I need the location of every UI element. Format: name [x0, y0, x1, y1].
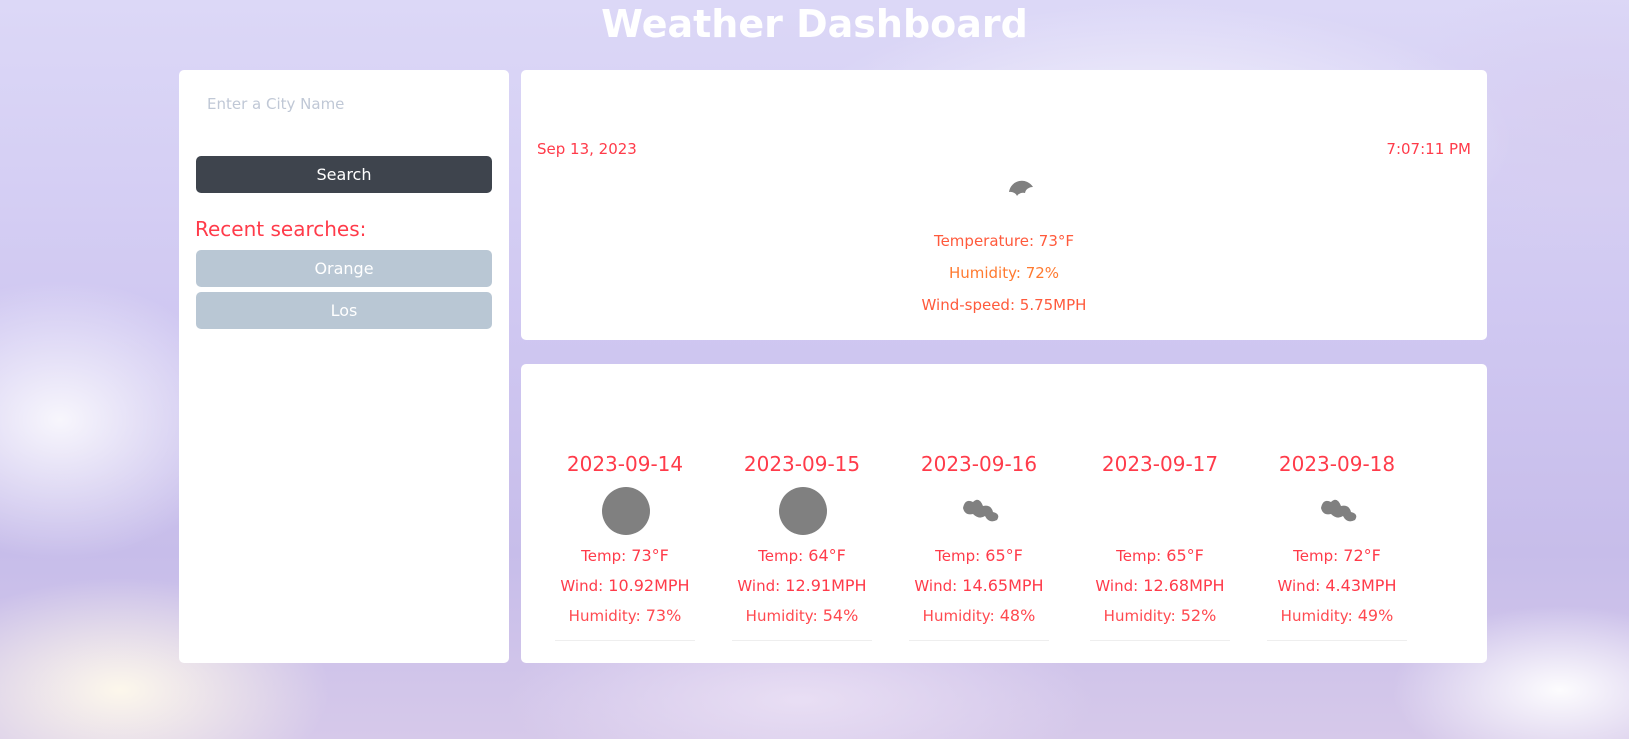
forecast-temp-value: 72°F [1343, 546, 1381, 565]
forecast-date: 2023-09-17 [1101, 452, 1219, 476]
forecast-date: 2023-09-18 [1278, 452, 1396, 476]
forecast-humidity-value: 49% [1357, 606, 1394, 625]
forecast-humidity-label: Humidity: [1280, 607, 1353, 625]
forecast-day: 2023-09-17 Temp: 65°F Wind: 12.68MPH Hum… [1090, 452, 1230, 641]
moon-icon [772, 486, 832, 536]
current-date: Sep 13, 2023 [537, 140, 637, 158]
forecast-wind-label: Wind: [914, 577, 958, 595]
recent-searches-heading: Recent searches: [195, 217, 367, 241]
forecast-wind-label: Wind: [737, 577, 781, 595]
forecast-card: 2023-09-14 Temp: 73°F Wind: 10.92MPH Hum… [521, 364, 1487, 663]
forecast-temp: Temp: 65°F [899, 546, 1059, 565]
forecast-humidity: Humidity: 48% [899, 606, 1059, 625]
forecast-humidity: Humidity: 54% [722, 606, 882, 625]
forecast-temp: Temp: 65°F [1080, 546, 1240, 565]
forecast-wind: Wind: 12.91MPH [722, 576, 882, 595]
current-temperature: Temperature: 73°F [933, 232, 1075, 250]
forecast-temp-value: 64°F [808, 546, 846, 565]
forecast-wind-label: Wind: [1095, 577, 1139, 595]
forecast-temp: Temp: 73°F [545, 546, 705, 565]
search-sidebar: Search Recent searches: Orange Los [179, 70, 509, 663]
forecast-temp-label: Temp: [1116, 547, 1162, 565]
forecast-humidity-value: 52% [1180, 606, 1217, 625]
forecast-temp-label: Temp: [935, 547, 981, 565]
forecast-temp-label: Temp: [758, 547, 804, 565]
forecast-wind-value: 10.92MPH [608, 576, 690, 595]
forecast-humidity-label: Humidity: [922, 607, 995, 625]
forecast-day: 2023-09-14 Temp: 73°F Wind: 10.92MPH Hum… [555, 452, 695, 641]
forecast-wind-value: 12.68MPH [1143, 576, 1225, 595]
moon-icon [595, 486, 655, 536]
current-time: 7:07:11 PM [1386, 140, 1471, 158]
forecast-wind-value: 12.91MPH [785, 576, 867, 595]
forecast-temp: Temp: 64°F [722, 546, 882, 565]
forecast-day: 2023-09-15 Temp: 64°F Wind: 12.91MPH Hum… [732, 452, 872, 641]
forecast-humidity-label: Humidity: [1103, 607, 1176, 625]
forecast-wind: Wind: 4.43MPH [1257, 576, 1417, 595]
forecast-humidity-value: 48% [999, 606, 1036, 625]
forecast-humidity-label: Humidity: [745, 607, 818, 625]
forecast-humidity-label: Humidity: [568, 607, 641, 625]
forecast-wind-label: Wind: [560, 577, 604, 595]
recent-search-button[interactable]: Orange [196, 250, 492, 287]
clouds-icon [949, 486, 1009, 536]
forecast-wind: Wind: 14.65MPH [899, 576, 1059, 595]
forecast-day: 2023-09-16 Temp: 65°F Wind: 14.65MPH Hum… [909, 452, 1049, 641]
recent-search-button[interactable]: Los [196, 292, 492, 329]
forecast-humidity-value: 54% [822, 606, 859, 625]
forecast-temp-label: Temp: [581, 547, 627, 565]
forecast-temp-value: 73°F [631, 546, 669, 565]
recent-searches-list: Orange Los [196, 250, 492, 334]
forecast-humidity-value: 73% [645, 606, 682, 625]
forecast-temp: Temp: 72°F [1257, 546, 1417, 565]
forecast-wind: Wind: 10.92MPH [545, 576, 705, 595]
forecast-humidity: Humidity: 52% [1080, 606, 1240, 625]
current-wind-speed: Wind-speed: 5.75MPH [921, 296, 1087, 314]
page-title: Weather Dashboard [601, 2, 1028, 46]
forecast-humidity: Humidity: 49% [1257, 606, 1417, 625]
forecast-wind-value: 14.65MPH [962, 576, 1044, 595]
forecast-temp-value: 65°F [1166, 546, 1204, 565]
clouds-icon [1307, 486, 1367, 536]
forecast-wind: Wind: 12.68MPH [1080, 576, 1240, 595]
forecast-humidity: Humidity: 73% [545, 606, 705, 625]
city-search-input[interactable] [195, 86, 491, 122]
forecast-date: 2023-09-15 [743, 452, 861, 476]
forecast-wind-value: 4.43MPH [1325, 576, 1397, 595]
current-humidity: Humidity: 72% [948, 264, 1060, 282]
cloudy-night-icon [1009, 180, 1033, 196]
weather-icon-placeholder [1130, 486, 1190, 536]
forecast-date: 2023-09-16 [920, 452, 1038, 476]
search-button[interactable]: Search [196, 156, 492, 193]
current-weather-card: Sep 13, 2023 7:07:11 PM Temperature: 73°… [521, 70, 1487, 340]
forecast-day: 2023-09-18 Temp: 72°F Wind: 4.43MPH Humi… [1267, 452, 1407, 641]
forecast-temp-value: 65°F [985, 546, 1023, 565]
forecast-wind-label: Wind: [1277, 577, 1321, 595]
forecast-date: 2023-09-14 [566, 452, 684, 476]
forecast-temp-label: Temp: [1293, 547, 1339, 565]
